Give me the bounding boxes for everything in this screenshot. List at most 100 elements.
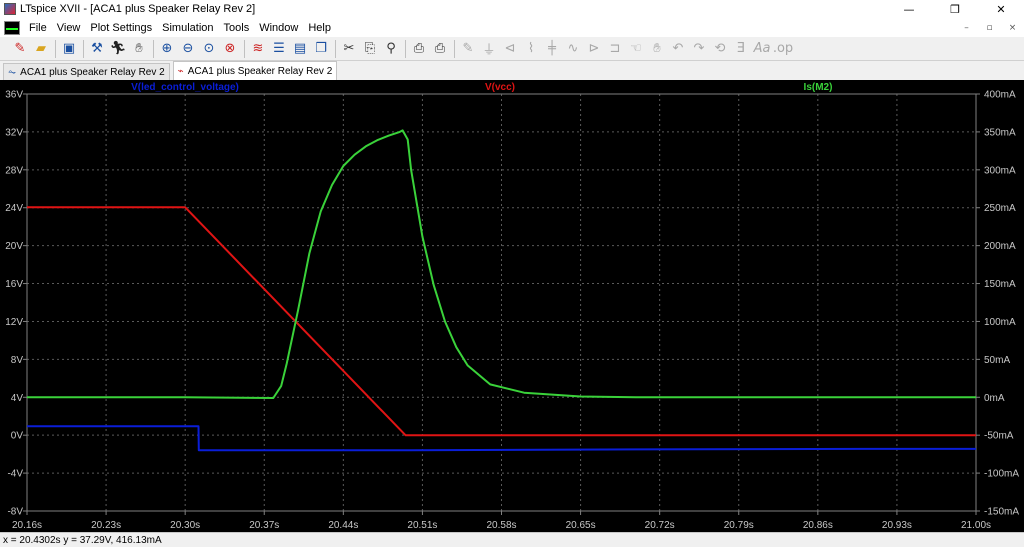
schematic-icon: ⏦ (8, 66, 17, 78)
x-tick-label: 20.51s (407, 520, 437, 531)
toolbar-separator (335, 39, 336, 58)
save-icon[interactable]: ▣ (59, 39, 79, 59)
capacitor-icon[interactable]: ╪ (542, 39, 562, 59)
waveform-icon: ⌁ (177, 65, 184, 77)
zoom-in-icon[interactable]: ⊕ (157, 39, 177, 59)
tab-schematic[interactable]: ⏦ ACA1 plus Speaker Relay Rev 2 (3, 63, 170, 80)
menu-simulation[interactable]: Simulation (157, 22, 218, 34)
y-left-tick-label: 12V (5, 317, 23, 328)
print-preview-icon[interactable]: ⎙ (430, 39, 450, 59)
wire-icon[interactable]: ✎ (458, 39, 478, 59)
menu-file[interactable]: File (24, 22, 52, 34)
mdi-close-button[interactable]: × (1001, 18, 1024, 37)
inductor-icon[interactable]: ∿ (563, 39, 583, 59)
y-left-tick-label: -8V (7, 507, 23, 518)
maximize-button[interactable]: ❐ (932, 0, 978, 18)
status-bar: x = 20.4302s y = 37.29V, 416.13mA (0, 532, 1024, 547)
toolbar-separator (244, 39, 245, 58)
mdi-minimize-button[interactable]: – (955, 18, 978, 37)
y-left-tick-label: 28V (5, 165, 23, 176)
ground-icon[interactable]: ⏚ (479, 39, 499, 59)
y-left-tick-label: 32V (5, 127, 23, 138)
print-icon[interactable]: ⎙ (409, 39, 429, 59)
cut-icon[interactable]: ✂ (339, 39, 359, 59)
y-left-tick-label: 36V (5, 90, 23, 101)
y-right-tick-label: -150mA (984, 507, 1019, 518)
waveform-chart[interactable]: 20.16s 20.23s 20.30s 20.37s 20.44s 20.51s 20.5… (0, 80, 1024, 532)
y-right-tick-label: 250mA (984, 203, 1016, 214)
control-panel-icon[interactable]: ⚒ (87, 39, 107, 59)
rotate-icon[interactable]: ⟲ (710, 39, 730, 59)
tile-horizontal-icon[interactable]: ☰ (269, 39, 289, 59)
mdi-restore-button[interactable]: ▫ (978, 18, 1001, 37)
x-tick-label: 20.37s (249, 520, 279, 531)
zoom-area-icon[interactable]: ⊙ (199, 39, 219, 59)
minimize-button[interactable]: — (886, 0, 932, 18)
y-right-tick-label: 400mA (984, 90, 1016, 101)
toolbar-separator (405, 39, 406, 58)
x-tick-label: 20.16s (12, 520, 42, 531)
y-left-tick-label: 24V (5, 203, 23, 214)
close-button[interactable]: ✕ (978, 0, 1024, 18)
menu-plot-settings[interactable]: Plot Settings (85, 22, 157, 34)
menu-help[interactable]: Help (303, 22, 336, 34)
menu-view[interactable]: View (52, 22, 86, 34)
y-right-tick-label: 100mA (984, 317, 1016, 328)
trace-legend-label: V(vcc) (485, 82, 515, 93)
tile-vertical-icon[interactable]: ▤ (290, 39, 310, 59)
title-bar: LTspice XVII - [ACA1 plus Speaker Relay … (0, 0, 1024, 18)
run-icon[interactable]: 🏃︎ (108, 39, 128, 59)
x-tick-label: 20.23s (91, 520, 121, 531)
y-left-tick-label: -4V (7, 469, 23, 480)
x-tick-label: 20.30s (170, 520, 200, 531)
y-right-tick-label: 300mA (984, 165, 1016, 176)
tab-bar: ⏦ ACA1 plus Speaker Relay Rev 2 ⌁ ACA1 p… (0, 61, 1024, 80)
tab-waveform[interactable]: ⌁ ACA1 plus Speaker Relay Rev 2 (172, 61, 338, 80)
label-icon[interactable]: ⊲ (500, 39, 520, 59)
x-tick-label: 20.86s (803, 520, 833, 531)
x-tick-label: 20.72s (645, 520, 675, 531)
undo-icon[interactable]: ↶ (668, 39, 688, 59)
y-right-tick-label: -50mA (984, 431, 1014, 442)
halt-icon[interactable]: ✋︎ (129, 39, 149, 59)
open-icon[interactable]: ▰ (31, 39, 51, 59)
find-icon[interactable]: ⚲ (381, 39, 401, 59)
y-left-tick-label: 8V (11, 355, 24, 366)
diode-icon[interactable]: ⊳ (584, 39, 604, 59)
autorange-icon[interactable]: ≋ (248, 39, 268, 59)
x-tick-label: 20.65s (566, 520, 596, 531)
trace-legend-label: V(led_control_voltage) (131, 82, 239, 93)
toolbar-separator (153, 39, 154, 58)
resistor-icon[interactable]: ⌇ (521, 39, 541, 59)
menu-window[interactable]: Window (254, 22, 303, 34)
mirror-icon[interactable]: Ǝ (731, 39, 751, 59)
drag-icon[interactable]: ✋︎ (647, 39, 667, 59)
redo-icon[interactable]: ↷ (689, 39, 709, 59)
menu-tools[interactable]: Tools (219, 22, 255, 34)
toolbar-separator (55, 39, 56, 58)
waveform-window-icon[interactable] (4, 20, 20, 35)
x-tick-label: 20.79s (724, 520, 754, 531)
zoom-fit-icon[interactable]: ⊗ (220, 39, 240, 59)
cascade-icon[interactable]: ❐ (311, 39, 331, 59)
waveform-plot[interactable]: 20.16s 20.23s 20.30s 20.37s 20.44s 20.51s 20.5… (0, 80, 1024, 532)
x-tick-label: 21.00s (961, 520, 991, 531)
text-icon[interactable]: Aa (752, 39, 772, 59)
component-icon[interactable]: ⊐ (605, 39, 625, 59)
toolbar: ✎ ▰ ▣ ⚒ 🏃︎ ✋︎ ⊕ ⊖ ⊙ ⊗ ≋ ☰ ▤ ❐ ✂ ⎘ ⚲ ⎙ ⎙ … (0, 37, 1024, 61)
spice-directive-icon[interactable]: .op (773, 39, 793, 59)
new-schematic-icon[interactable]: ✎ (10, 39, 30, 59)
copy-icon[interactable]: ⎘ (360, 39, 380, 59)
x-tick-label: 20.44s (328, 520, 358, 531)
window-title: LTspice XVII - [ACA1 plus Speaker Relay … (20, 3, 256, 15)
y-left-tick-label: 16V (5, 279, 23, 290)
ltspice-app-icon (4, 3, 16, 15)
y-left-tick-label: 4V (11, 393, 24, 404)
zoom-out-icon[interactable]: ⊖ (178, 39, 198, 59)
y-right-tick-label: 350mA (984, 127, 1016, 138)
move-icon[interactable]: ☜ (626, 39, 646, 59)
y-right-tick-label: 200mA (984, 241, 1016, 252)
x-tick-label: 20.58s (486, 520, 516, 531)
y-left-tick-label: 0V (11, 431, 24, 442)
tab-label: ACA1 plus Speaker Relay Rev 2 (187, 65, 333, 77)
